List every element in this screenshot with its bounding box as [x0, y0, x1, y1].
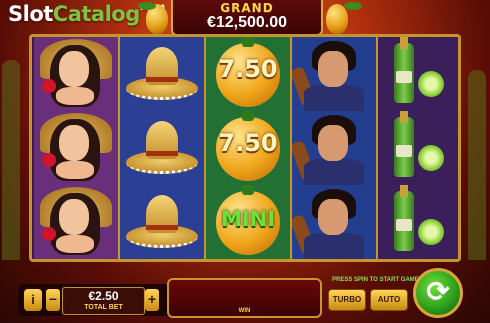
- lime-icon: [418, 71, 444, 97]
- turbo-button[interactable]: TURBO: [328, 289, 366, 311]
- pepper-value-symbol: 7.50: [206, 111, 290, 185]
- spin-arrows-icon: ⟳: [426, 276, 450, 307]
- pepper-mini-text: MINI: [220, 207, 276, 231]
- sombrero-symbol: [120, 37, 204, 111]
- total-bet-label: TOTAL BET: [84, 304, 123, 311]
- sombrero-symbol: [120, 185, 204, 259]
- reel-2: [120, 37, 204, 259]
- beer-lime-symbol: [378, 37, 458, 111]
- man-symbol: [292, 185, 376, 259]
- rose-icon: [42, 227, 56, 241]
- pepper-value-text: 7.50: [218, 129, 278, 157]
- reel-4: [292, 37, 376, 259]
- pepper-value-text: 7.50: [218, 55, 278, 83]
- total-bet-display: €2.50 TOTAL BET: [62, 287, 145, 315]
- woman-symbol: [34, 111, 118, 185]
- bet-decrease-button[interactable]: −: [46, 289, 60, 311]
- grand-jackpot-value: €12,500.00: [206, 14, 288, 31]
- leaf-right-decoration-icon: [344, 2, 362, 10]
- watermark-part1: Slot: [8, 2, 53, 26]
- reel-3: 7.50 7.50 MINI: [206, 37, 290, 259]
- cactus-left-decoration: [2, 60, 20, 260]
- pepper-value-symbol: 7.50: [206, 37, 290, 111]
- press-spin-message: PRESS SPIN TO START GAME: [332, 277, 419, 283]
- reel-1: [34, 37, 118, 259]
- cactus-right-decoration: [468, 70, 486, 260]
- watermark-part2: Catalog: [52, 2, 140, 26]
- grand-jackpot-panel: GRAND €12,500.00: [171, 0, 323, 36]
- reel-divider: [290, 37, 292, 259]
- bet-increase-button[interactable]: +: [145, 289, 159, 311]
- total-bet-value: €2.50: [88, 289, 119, 303]
- rose-icon: [42, 153, 56, 167]
- reel-5: [378, 37, 458, 259]
- reel-frame: 7.50 7.50 MINI: [29, 34, 461, 262]
- reel-divider: [376, 37, 378, 259]
- info-button[interactable]: i: [24, 289, 42, 311]
- control-panel: i − €2.50 TOTAL BET + WIN PRESS SPIN TO …: [0, 264, 490, 323]
- lime-icon: [418, 219, 444, 245]
- reel-divider: [204, 37, 206, 259]
- win-display: WIN: [167, 278, 322, 318]
- sombrero-symbol: [120, 111, 204, 185]
- spin-button[interactable]: ⟳: [413, 268, 463, 318]
- pepper-mini-symbol: MINI: [206, 185, 290, 259]
- autoplay-button[interactable]: AUTO: [370, 289, 408, 311]
- woman-symbol: [34, 37, 118, 111]
- reel-divider: [118, 37, 120, 259]
- beer-lime-symbol: [378, 185, 458, 259]
- man-symbol: [292, 37, 376, 111]
- beer-lime-symbol: [378, 111, 458, 185]
- pepper-right-decoration-icon: [326, 4, 348, 34]
- rose-icon: [42, 79, 56, 93]
- leaf-left-decoration-icon: [138, 2, 156, 10]
- woman-symbol: [34, 185, 118, 259]
- man-symbol: [292, 111, 376, 185]
- lime-icon: [418, 145, 444, 171]
- grand-jackpot-label: GRAND: [220, 1, 274, 15]
- win-label: WIN: [238, 308, 251, 314]
